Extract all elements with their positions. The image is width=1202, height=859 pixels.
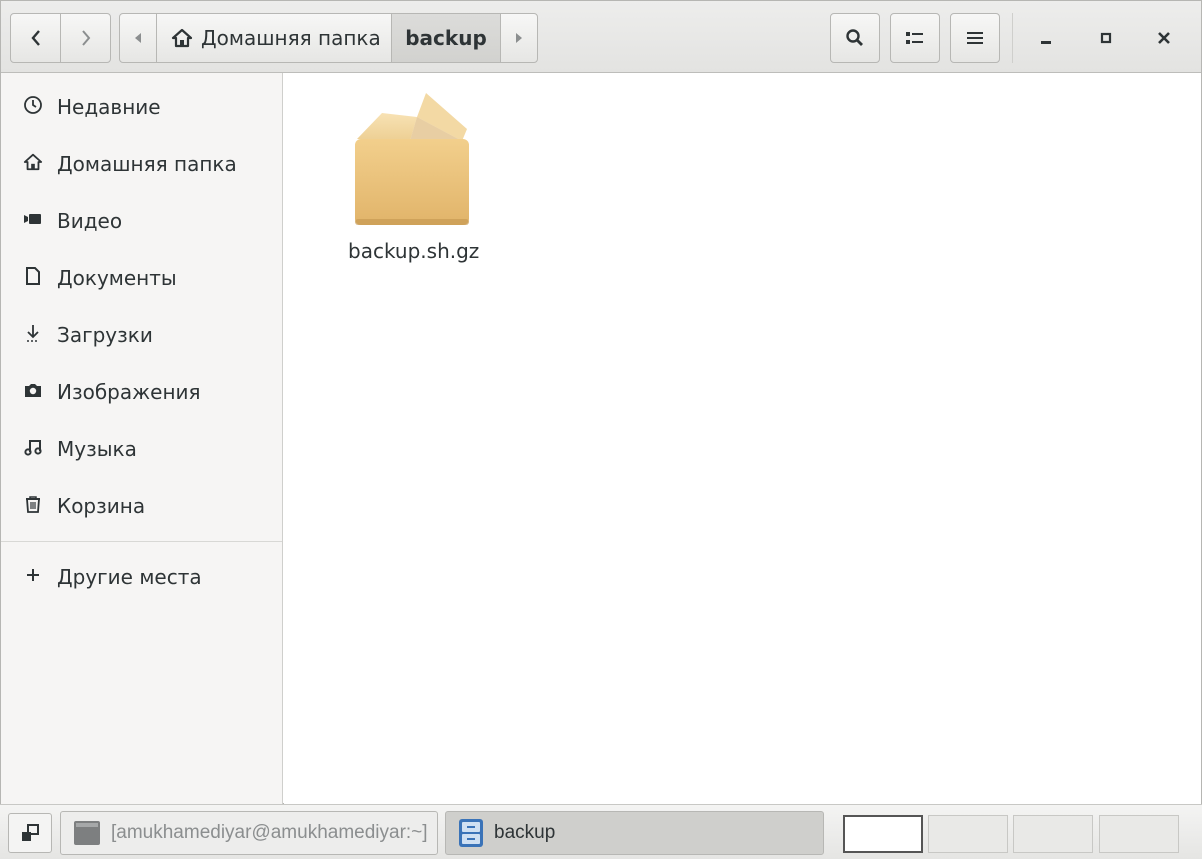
plus-icon bbox=[21, 566, 45, 589]
terminal-icon bbox=[74, 821, 100, 845]
close-icon bbox=[1158, 32, 1170, 44]
file-manager-window: Домашняя папка backup Недавние Домашняя … bbox=[0, 0, 1202, 804]
clock-icon bbox=[21, 95, 45, 120]
home-icon bbox=[171, 28, 193, 48]
sidebar-item-home[interactable]: Домашняя папка bbox=[1, 139, 282, 189]
path-home-button[interactable]: Домашняя папка bbox=[156, 13, 392, 63]
video-icon bbox=[21, 210, 45, 232]
close-button[interactable] bbox=[1139, 13, 1189, 63]
hamburger-menu-icon bbox=[967, 32, 983, 44]
minimize-button[interactable] bbox=[1021, 13, 1071, 63]
sidebar-item-pictures[interactable]: Изображения bbox=[1, 367, 282, 417]
triangle-left-icon bbox=[135, 33, 141, 43]
sidebar-item-label: Недавние bbox=[57, 95, 161, 119]
path-bar: Домашняя папка backup bbox=[119, 13, 538, 63]
file-manager-icon bbox=[459, 819, 483, 847]
path-current-button[interactable]: backup bbox=[391, 13, 501, 63]
search-icon bbox=[846, 29, 863, 46]
sidebar-item-label: Корзина bbox=[57, 494, 146, 518]
chevron-right-icon bbox=[81, 30, 90, 46]
forward-button[interactable] bbox=[60, 13, 111, 63]
download-icon bbox=[21, 323, 45, 348]
search-button[interactable] bbox=[830, 13, 880, 63]
sidebar-item-recent[interactable]: Недавние bbox=[1, 82, 282, 132]
home-icon bbox=[21, 152, 45, 177]
workspace-3[interactable] bbox=[1013, 815, 1093, 853]
path-home-label: Домашняя папка bbox=[201, 26, 381, 50]
trash-icon bbox=[21, 494, 45, 519]
workspace-4[interactable] bbox=[1099, 815, 1179, 853]
back-button[interactable] bbox=[10, 13, 61, 63]
path-scroll-left-button[interactable] bbox=[119, 13, 157, 63]
sidebar-item-label: Музыка bbox=[57, 437, 137, 461]
show-desktop-icon bbox=[22, 824, 39, 841]
menu-button[interactable] bbox=[950, 13, 1000, 63]
workspace-2[interactable] bbox=[928, 815, 1008, 853]
sidebar-separator bbox=[1, 541, 282, 542]
workspace-1[interactable] bbox=[843, 815, 923, 853]
sidebar-item-label: Документы bbox=[57, 266, 177, 290]
taskbar-task-label: backup bbox=[494, 822, 556, 843]
nav-buttons bbox=[10, 13, 111, 63]
triangle-right-icon bbox=[516, 33, 522, 43]
taskbar-task-files[interactable]: backup bbox=[445, 811, 824, 855]
taskbar-task-label: [amukhamediyar@amukhamediyar:~] bbox=[111, 822, 428, 843]
file-name: backup.sh.gz bbox=[348, 239, 480, 263]
chevron-left-icon bbox=[30, 30, 40, 46]
sidebar-item-video[interactable]: Видео bbox=[1, 196, 282, 246]
headerbar-separator bbox=[1012, 13, 1013, 63]
music-icon bbox=[21, 437, 45, 462]
camera-icon bbox=[21, 381, 45, 404]
taskbar: [amukhamediyar@amukhamediyar:~] backup bbox=[0, 804, 1202, 859]
maximize-button[interactable] bbox=[1081, 13, 1131, 63]
sidebar-item-label: Видео bbox=[57, 209, 123, 233]
sidebar-item-label: Загрузки bbox=[57, 323, 153, 347]
headerbar: Домашняя папка backup bbox=[1, 1, 1201, 73]
sidebar-item-trash[interactable]: Корзина bbox=[1, 481, 282, 531]
archive-box-icon bbox=[355, 93, 469, 225]
taskbar-task-terminal[interactable]: [amukhamediyar@amukhamediyar:~] bbox=[60, 811, 438, 855]
file-item[interactable]: backup.sh.gz bbox=[348, 91, 480, 271]
document-icon bbox=[21, 266, 45, 291]
maximize-icon bbox=[1100, 32, 1112, 44]
file-view: backup.sh.gz bbox=[284, 73, 1201, 804]
sidebar: Недавние Домашняя папка Видео Документы … bbox=[1, 73, 283, 804]
sidebar-item-label: Домашняя папка bbox=[57, 152, 237, 176]
sidebar-item-label: Другие места bbox=[57, 565, 202, 589]
sidebar-item-music[interactable]: Музыка bbox=[1, 424, 282, 474]
sidebar-item-other-places[interactable]: Другие места bbox=[1, 552, 282, 602]
list-view-icon bbox=[906, 32, 923, 44]
sidebar-item-label: Изображения bbox=[57, 380, 201, 404]
show-desktop-button[interactable] bbox=[8, 813, 52, 853]
sidebar-item-downloads[interactable]: Загрузки bbox=[1, 310, 282, 360]
path-scroll-right-button[interactable] bbox=[500, 13, 538, 63]
path-current-label: backup bbox=[405, 26, 487, 50]
view-toggle-button[interactable] bbox=[890, 13, 940, 63]
sidebar-item-documents[interactable]: Документы bbox=[1, 253, 282, 303]
minimize-icon bbox=[1041, 41, 1051, 44]
